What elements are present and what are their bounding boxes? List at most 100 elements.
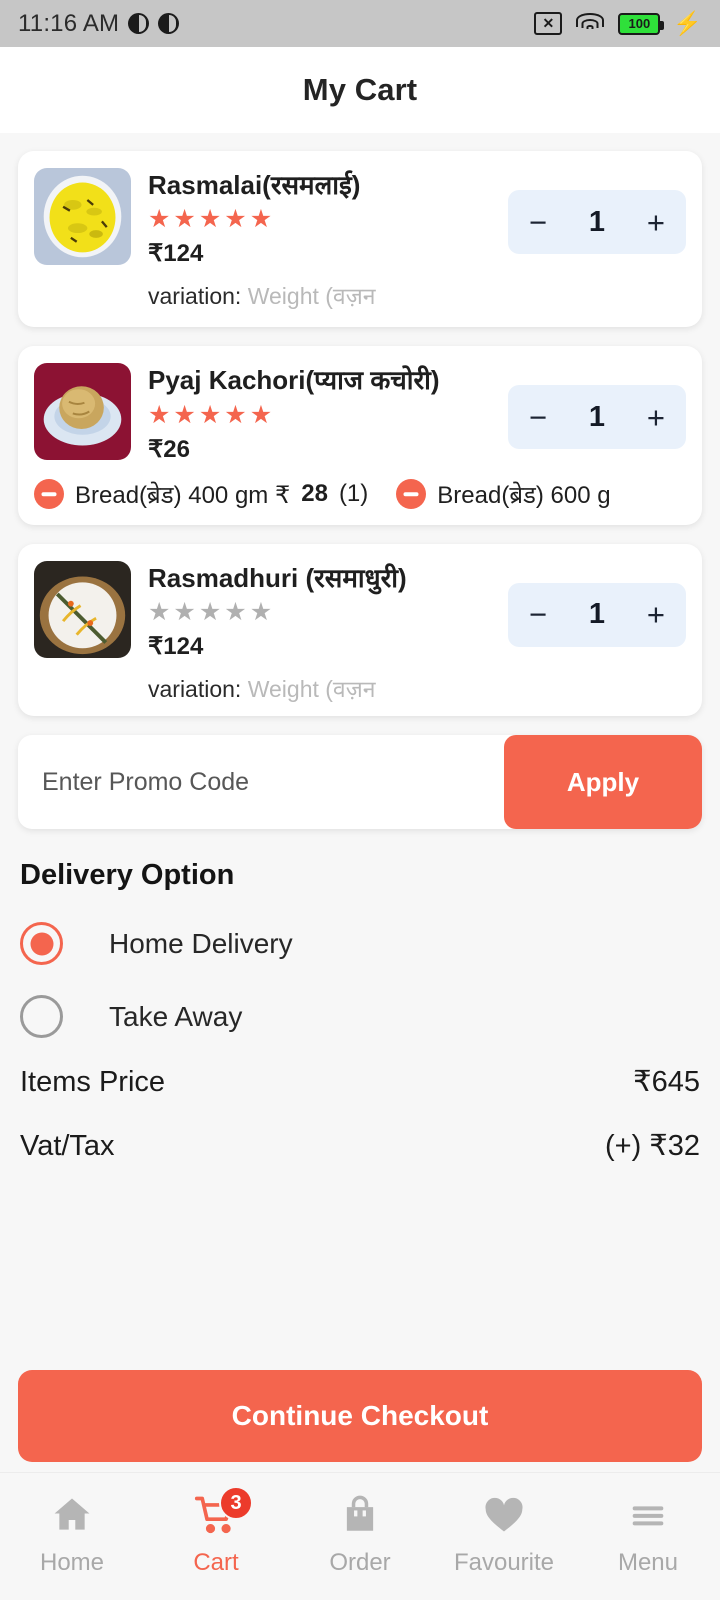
increase-quantity-button[interactable]: + bbox=[647, 402, 665, 433]
addon-label: Bread(ब्रेड) 600 g bbox=[437, 481, 611, 509]
star-icon: ★ bbox=[173, 205, 196, 234]
summary-value: (+) ₹32 bbox=[604, 1130, 700, 1163]
summary-row-items-price: Items Price ₹645 bbox=[20, 1064, 700, 1099]
variation-value: Weight (वज़न bbox=[247, 283, 376, 310]
cart-item-row[interactable]: Rasmalai(रसमलाई) ★ ★ ★ ★ ★ ₹124 variatio… bbox=[18, 151, 702, 328]
quantity-value: 1 bbox=[588, 400, 606, 433]
nav-label: Menu bbox=[617, 1549, 679, 1576]
summary-label: Items Price bbox=[20, 1066, 166, 1099]
decrease-quantity-button[interactable]: − bbox=[529, 599, 547, 630]
quantity-value: 1 bbox=[588, 598, 606, 631]
summary-row-vat-tax: Vat/Tax (+) ₹32 bbox=[20, 1128, 700, 1163]
star-icon: ★ bbox=[148, 598, 171, 627]
notification-dot-icon bbox=[128, 13, 150, 34]
product-thumbnail bbox=[34, 168, 131, 265]
status-bar: 11:16 AM ✕ 100 ⚡ bbox=[0, 0, 720, 47]
star-icon: ★ bbox=[173, 400, 196, 429]
star-icon: ★ bbox=[249, 205, 273, 234]
cart-icon: 3 bbox=[193, 1486, 253, 1541]
product-variation: variation: Weight (वज़न bbox=[148, 672, 491, 704]
star-icon: ★ bbox=[198, 205, 222, 234]
product-variation: variation: Weight (वज़न bbox=[148, 279, 491, 311]
remove-addon-icon[interactable] bbox=[396, 479, 427, 510]
status-bar-right: ✕ 100 ⚡ bbox=[534, 12, 702, 35]
quantity-stepper[interactable]: − 1 + bbox=[508, 190, 686, 254]
decrease-quantity-button[interactable]: − bbox=[529, 207, 547, 238]
status-bar-left: 11:16 AM bbox=[18, 9, 180, 38]
delivery-option-title: Delivery Option bbox=[20, 859, 235, 892]
radio-take-away[interactable] bbox=[20, 995, 63, 1039]
battery-level-label: 100 bbox=[628, 16, 651, 31]
cart-item-row[interactable]: Pyaj Kachori(प्याज कचोरी) ★ ★ ★ ★ ★ ₹26 … bbox=[18, 346, 702, 525]
product-info: Pyaj Kachori(प्याज कचोरी) ★ ★ ★ ★ ★ ₹26 bbox=[148, 363, 491, 463]
product-name: Rasmalai(रसमलाई) bbox=[148, 170, 361, 200]
product-price: ₹124 bbox=[148, 240, 204, 268]
cart-item-content: Pyaj Kachori(प्याज कचोरी) ★ ★ ★ ★ ★ ₹26 … bbox=[34, 363, 686, 463]
star-icon: ★ bbox=[148, 400, 171, 429]
summary-label: Vat/Tax bbox=[20, 1130, 115, 1163]
summary-value: ₹645 bbox=[633, 1066, 700, 1099]
star-icon: ★ bbox=[198, 400, 222, 429]
bottom-navigation-bar: Home 3 Cart Order Favourite Menu bbox=[0, 1472, 720, 1600]
status-bar-clock: 11:16 AM bbox=[18, 9, 120, 37]
no-sim-icon: ✕ bbox=[534, 12, 563, 35]
delivery-option-label: Home Delivery bbox=[109, 927, 293, 959]
star-icon: ★ bbox=[173, 598, 196, 627]
nav-label: Favourite bbox=[453, 1549, 555, 1576]
cart-item-list: Rasmalai(रसमलाई) ★ ★ ★ ★ ★ ₹124 variatio… bbox=[0, 133, 720, 717]
quantity-stepper[interactable]: − 1 + bbox=[508, 582, 686, 647]
charging-bolt-icon: ⚡ bbox=[673, 10, 702, 36]
quantity-stepper[interactable]: − 1 + bbox=[508, 385, 686, 450]
product-price: ₹124 bbox=[148, 633, 204, 661]
addon-list[interactable]: Bread(ब्रेड) 400 gm ₹ 28 (1) Bread(ब्रेड)… bbox=[34, 464, 686, 525]
hamburger-icon bbox=[626, 1489, 670, 1541]
nav-item-home[interactable]: Home bbox=[0, 1489, 144, 1577]
product-name: Pyaj Kachori(प्याज कचोरी) bbox=[148, 365, 440, 396]
variation-label: variation: bbox=[148, 283, 242, 310]
star-icon: ★ bbox=[224, 598, 247, 627]
addon-label: Bread(ब्रेड) 400 gm ₹ bbox=[75, 481, 291, 509]
variation-value: Weight (वज़न bbox=[247, 676, 376, 703]
addon-price: 28 bbox=[301, 480, 328, 508]
delivery-option-section: Delivery Option Home Delivery Take Away bbox=[0, 829, 720, 1039]
variation-label: variation: bbox=[148, 676, 242, 703]
cart-item-row[interactable]: Rasmadhuri (रसमाधुरी) ★ ★ ★ ★ ★ ₹124 var… bbox=[18, 543, 702, 717]
star-icon: ★ bbox=[148, 205, 171, 234]
nav-item-favourite[interactable]: Favourite bbox=[432, 1489, 576, 1577]
product-info: Rasmalai(रसमलाई) ★ ★ ★ ★ ★ ₹124 variatio… bbox=[148, 168, 491, 311]
notification-dot-icon-2 bbox=[158, 13, 180, 34]
star-icon: ★ bbox=[224, 205, 247, 234]
rating-stars: ★ ★ ★ ★ ★ bbox=[148, 600, 491, 625]
addon-chip[interactable]: Bread(ब्रेड) 600 g bbox=[396, 478, 611, 511]
decrease-quantity-button[interactable]: − bbox=[529, 402, 547, 433]
star-icon: ★ bbox=[249, 400, 273, 429]
quantity-value: 1 bbox=[588, 205, 606, 238]
product-thumbnail bbox=[34, 363, 131, 461]
addon-chip[interactable]: Bread(ब्रेड) 400 gm ₹ 28 (1) bbox=[34, 478, 368, 511]
increase-quantity-button[interactable]: + bbox=[647, 207, 665, 238]
nav-label: Home bbox=[39, 1549, 105, 1576]
addon-count: (1) bbox=[338, 480, 369, 508]
star-icon: ★ bbox=[224, 400, 247, 429]
cart-item-content: Rasmalai(रसमलाई) ★ ★ ★ ★ ★ ₹124 variatio… bbox=[34, 168, 686, 311]
rating-stars: ★ ★ ★ ★ ★ bbox=[148, 400, 491, 429]
home-icon bbox=[50, 1489, 94, 1541]
nav-item-cart[interactable]: 3 Cart bbox=[144, 1486, 288, 1577]
nav-label: Order bbox=[329, 1549, 391, 1576]
delivery-option-label: Take Away bbox=[109, 1000, 243, 1032]
continue-checkout-button[interactable]: Continue Checkout bbox=[18, 1370, 702, 1462]
remove-addon-icon[interactable] bbox=[34, 479, 64, 510]
promo-code-section: Apply bbox=[18, 735, 702, 830]
increase-quantity-button[interactable]: + bbox=[647, 599, 665, 630]
cart-badge: 3 bbox=[219, 1486, 253, 1520]
delivery-option-takeaway[interactable]: Take Away bbox=[20, 995, 700, 1039]
delivery-option-home[interactable]: Home Delivery bbox=[20, 922, 700, 966]
promo-code-input[interactable] bbox=[18, 735, 504, 830]
nav-item-menu[interactable]: Menu bbox=[576, 1489, 720, 1577]
nav-item-order[interactable]: Order bbox=[288, 1489, 432, 1577]
product-thumbnail bbox=[34, 560, 131, 658]
cart-item-content: Rasmadhuri (रसमाधुरी) ★ ★ ★ ★ ★ ₹124 var… bbox=[34, 560, 686, 704]
battery-icon: 100 bbox=[618, 12, 665, 35]
apply-promo-button[interactable]: Apply bbox=[504, 735, 702, 830]
radio-home-delivery[interactable] bbox=[20, 922, 63, 966]
